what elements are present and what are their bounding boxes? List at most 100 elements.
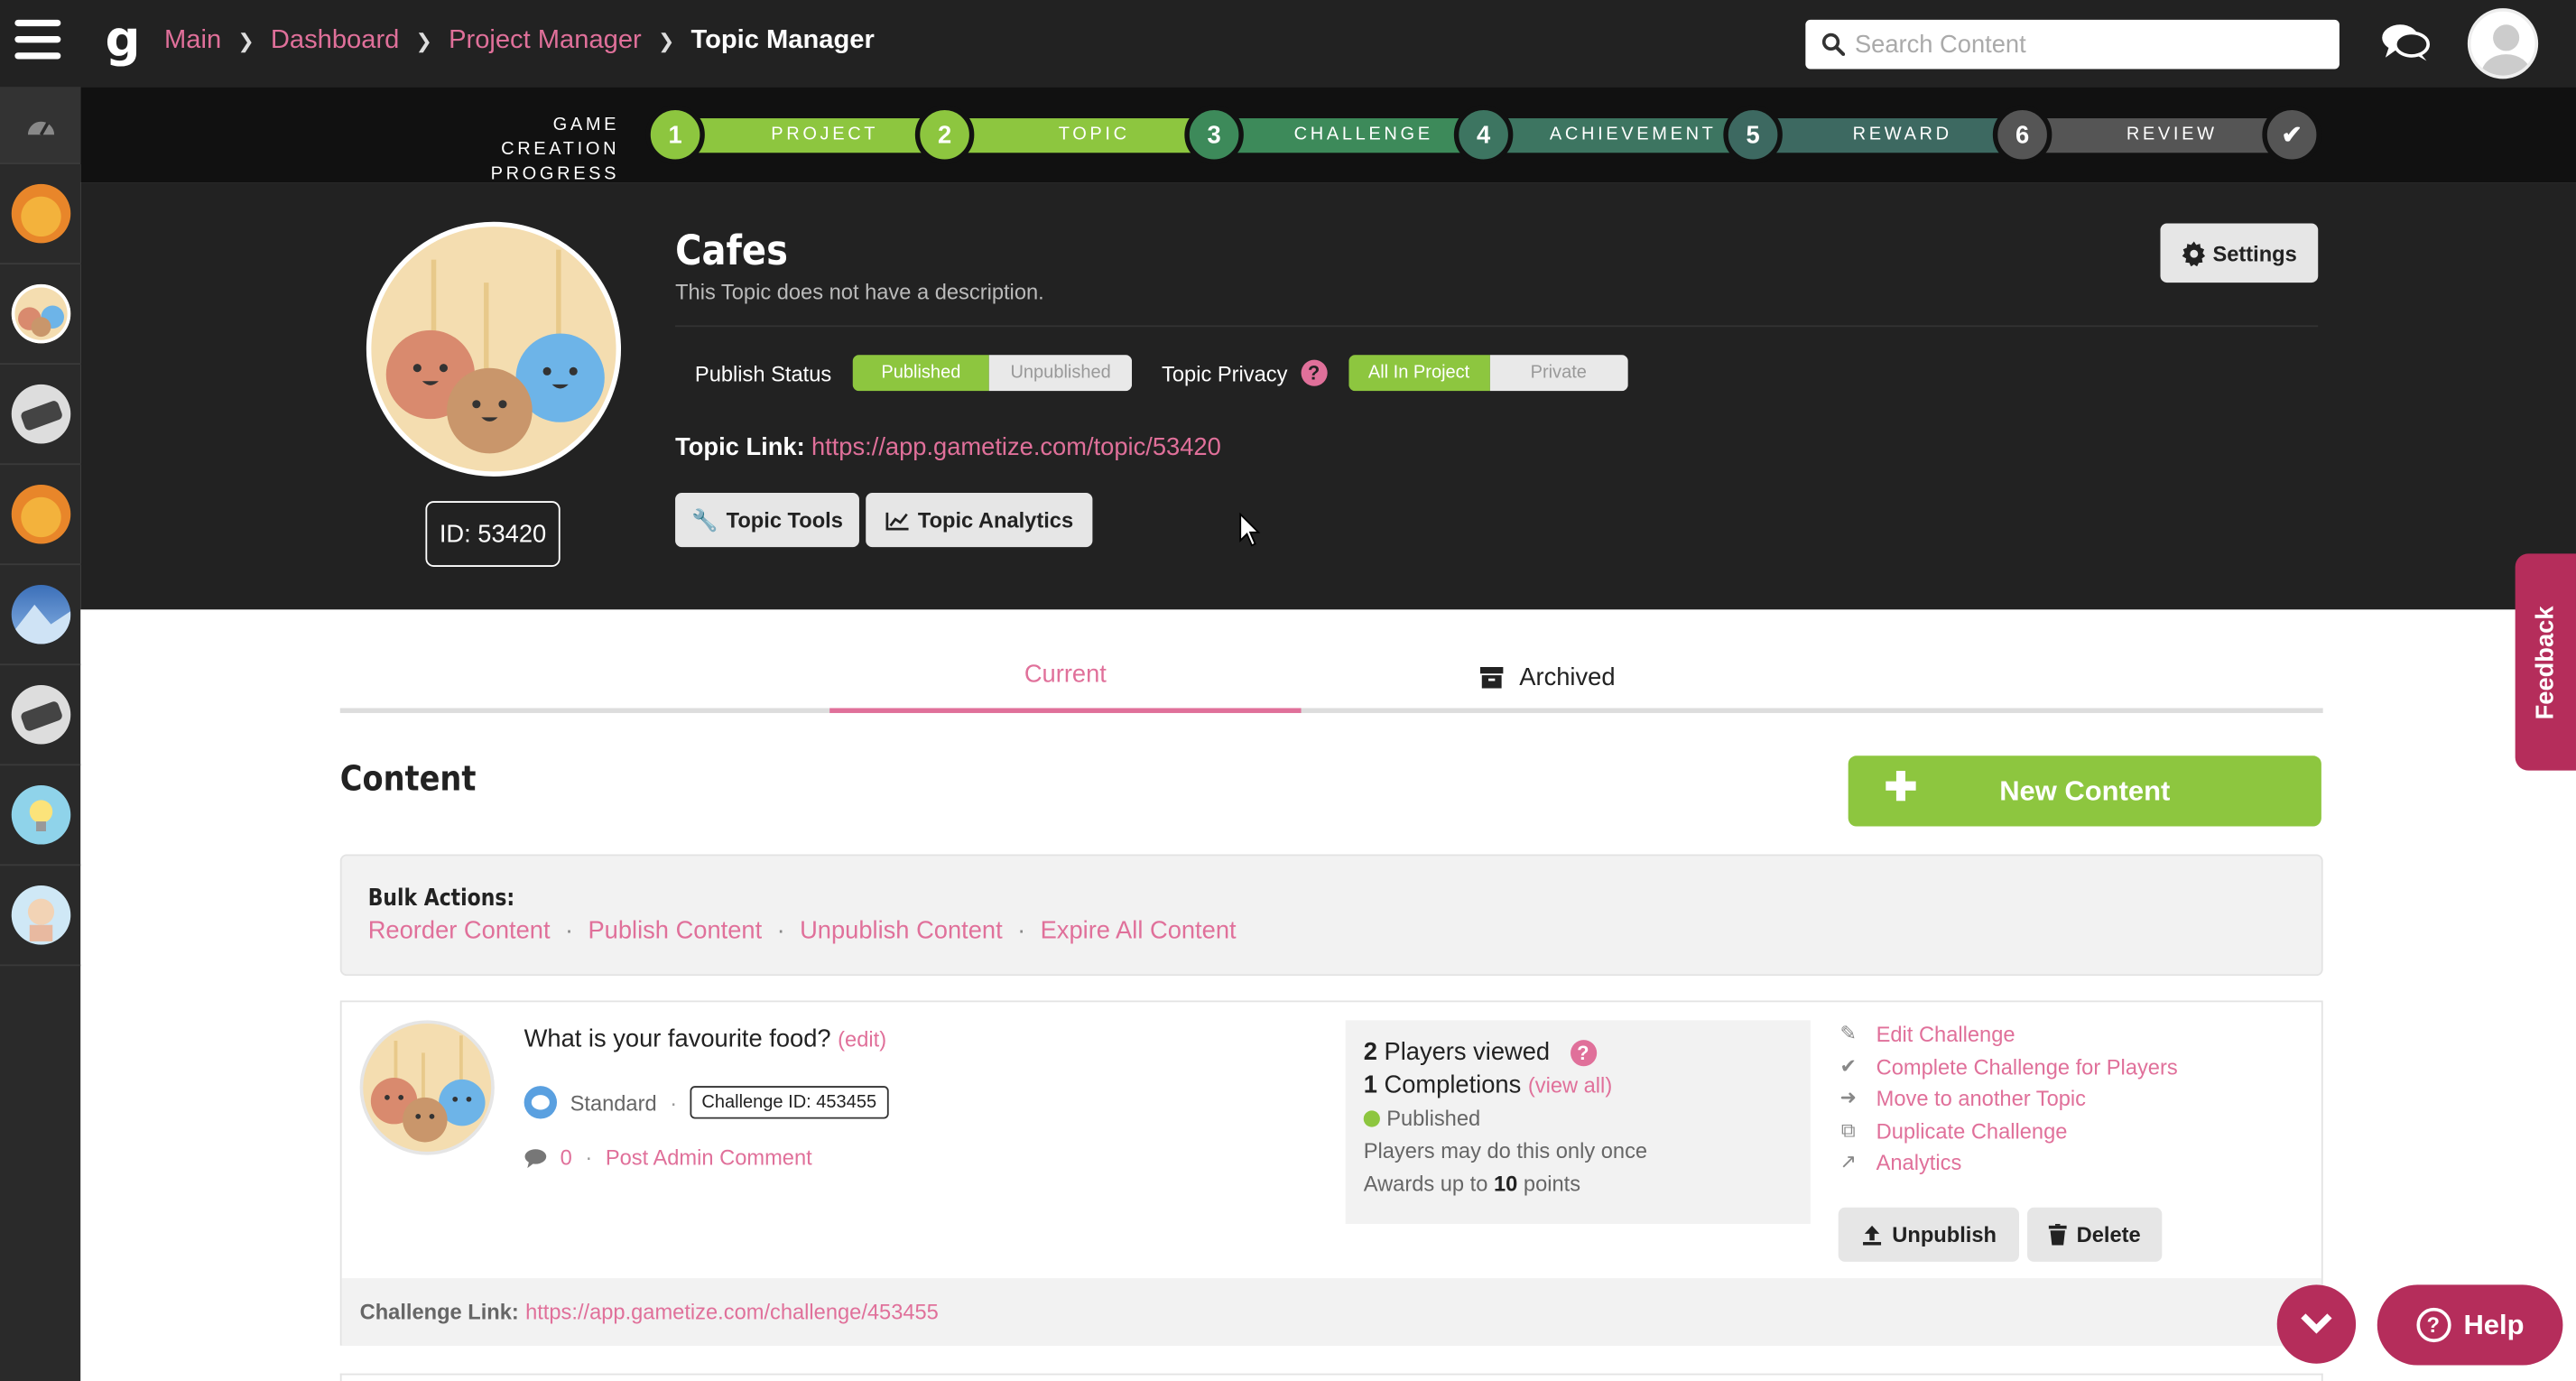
step-label-topic[interactable]: TOPIC (974, 118, 1214, 153)
delete-button[interactable]: Delete (2027, 1207, 2163, 1262)
user-avatar[interactable] (2467, 8, 2539, 79)
arrow-circle-right-icon: ➜ (1839, 1086, 1857, 1109)
status-published: Published (1363, 1102, 1793, 1135)
help-icon[interactable]: ? (1300, 359, 1328, 386)
dashboard-icon[interactable] (0, 87, 81, 165)
separator: · (670, 1089, 678, 1115)
step-5[interactable]: 5 (1723, 105, 1783, 165)
gametize-logo[interactable]: g (105, 13, 140, 70)
sidebar-project-vr[interactable] (0, 365, 81, 466)
sidebar-project-burger-2[interactable] (0, 465, 81, 566)
privacy-off-option[interactable]: Private (1489, 355, 1628, 392)
game-creation-progress: GAME CREATION PROGRESS PROJECT TOPIC CHA… (80, 87, 2576, 184)
sidebar-project-landscape[interactable] (0, 565, 81, 666)
expire-all-content-link[interactable]: Expire All Content (1041, 917, 1237, 945)
search-input[interactable] (1854, 30, 2315, 59)
next-card-edge (339, 1373, 2323, 1381)
menu-icon[interactable] (14, 19, 61, 64)
challenge-link-url[interactable]: https://app.gametize.com/challenge/45345… (525, 1300, 939, 1324)
complete-challenge-action[interactable]: ✔ Complete Challenge for Players (1837, 1051, 2178, 1082)
step-label-reward[interactable]: REWARD (1783, 118, 2023, 153)
view-all-link[interactable]: (view all) (1528, 1073, 1612, 1098)
sidebar-project-cafes[interactable] (0, 264, 81, 366)
sidebar-project-lightbulb[interactable] (0, 765, 81, 867)
step-label-review[interactable]: REVIEW (2052, 118, 2292, 153)
bulk-actions-heading: Bulk Actions: (367, 885, 515, 913)
feedback-label: Feedback (2531, 605, 2560, 719)
step-1[interactable]: 1 (645, 105, 705, 165)
publish-status-toggle[interactable]: Published Unpublished (852, 355, 1133, 392)
challenge-stats: 2 Players viewed ? 1 Completions (view a… (1345, 1020, 1811, 1225)
project-avatar (10, 484, 70, 544)
comments-row: 0 · Post Admin Comment (524, 1145, 812, 1170)
topic-tools-button[interactable]: 🔧 Topic Tools (675, 493, 859, 548)
step-6[interactable]: 6 (1992, 105, 2052, 165)
copy-icon: ⧉ (1840, 1117, 1856, 1142)
project-sidebar (0, 87, 81, 1381)
step-label-achievement[interactable]: ACHIEVEMENT (1513, 118, 1753, 153)
privacy-on-option[interactable]: All In Project (1348, 355, 1490, 392)
status-dot-icon (1363, 1110, 1380, 1127)
step-4[interactable]: 4 (1453, 105, 1514, 165)
publish-on-option[interactable]: Published (852, 355, 989, 392)
breadcrumb-topic-manager: Topic Manager (690, 26, 875, 55)
breadcrumb: Main ❯ Dashboard ❯ Project Manager ❯ Top… (164, 26, 875, 56)
progress-steps: PROJECT TOPIC CHALLENGE ACHIEVEMENT REWA… (645, 105, 2326, 165)
sidebar-project-character[interactable] (0, 866, 81, 967)
upload-icon (1862, 1225, 1881, 1246)
new-content-button[interactable]: ✚ New Content (1848, 755, 2321, 827)
edit-challenge-action[interactable]: ✎ Edit Challenge (1837, 1018, 2178, 1050)
duplicate-challenge-action[interactable]: ⧉ Duplicate Challenge (1837, 1115, 2178, 1146)
check-circle-icon: ✔ (1839, 1053, 1857, 1078)
move-topic-action[interactable]: ➜ Move to another Topic (1837, 1082, 2178, 1114)
line-chart-icon (885, 511, 908, 530)
challenge-image[interactable] (359, 1020, 495, 1155)
step-2[interactable]: 2 (914, 105, 975, 165)
topic-analytics-button[interactable]: Topic Analytics (866, 493, 1093, 548)
help-button[interactable]: ? Help (2377, 1284, 2563, 1366)
topic-privacy-toggle[interactable]: All In Project Private (1348, 355, 1628, 392)
publish-content-link[interactable]: Publish Content (588, 917, 762, 945)
topic-image[interactable] (366, 221, 622, 477)
edit-icon: ✎ (1839, 1022, 1857, 1045)
edit-challenge-label: Edit Challenge (1876, 1022, 2015, 1047)
challenge-title: What is your favourite food? (edit) (524, 1025, 886, 1053)
breadcrumb-project-manager[interactable]: Project Manager (449, 26, 642, 56)
search-box (1805, 19, 2340, 70)
delete-label: Delete (2076, 1222, 2141, 1247)
project-avatar (10, 885, 70, 945)
tab-current[interactable]: Current (829, 641, 1302, 713)
mouse-cursor-icon (1239, 512, 1261, 547)
breadcrumb-main[interactable]: Main (164, 26, 221, 56)
settings-button[interactable]: Settings (2160, 223, 2319, 283)
post-admin-comment-link[interactable]: Post Admin Comment (606, 1145, 812, 1170)
help-icon[interactable]: ? (1570, 1040, 1597, 1067)
topic-link-url[interactable]: https://app.gametize.com/topic/53420 (811, 434, 1221, 462)
tab-archived[interactable]: Archived (1302, 641, 1794, 713)
awards-info: Awards up to 10 points (1364, 1168, 1793, 1200)
publish-off-option[interactable]: Unpublished (988, 355, 1133, 392)
players-viewed-count: 2 (1363, 1038, 1377, 1067)
awards-points: 10 (1493, 1171, 1518, 1197)
breadcrumb-dashboard[interactable]: Dashboard (271, 26, 399, 56)
sidebar-project-vr-2[interactable] (0, 665, 81, 766)
chat-icon[interactable] (2379, 20, 2432, 66)
scroll-down-button[interactable] (2276, 1284, 2357, 1364)
awards-prefix: Awards up to (1363, 1171, 1488, 1197)
reorder-content-link[interactable]: Reorder Content (368, 917, 551, 945)
project-avatar (10, 685, 70, 745)
project-avatar (10, 785, 70, 845)
analytics-action[interactable]: ↗ Analytics (1837, 1146, 2178, 1178)
step-label-challenge[interactable]: CHALLENGE (1244, 118, 1484, 153)
step-3[interactable]: 3 (1184, 105, 1244, 165)
comment-count[interactable]: 0 (561, 1145, 572, 1170)
check-icon[interactable]: ✔ (2262, 105, 2321, 165)
unpublish-button[interactable]: Unpublish (1838, 1207, 2019, 1262)
feedback-tab[interactable]: Feedback (2515, 553, 2576, 771)
sidebar-project-burger[interactable] (0, 164, 81, 265)
edit-link[interactable]: (edit) (838, 1027, 886, 1052)
completions-text: Completions (1384, 1071, 1522, 1099)
progress-label: GAME CREATION PROGRESS (435, 114, 619, 188)
unpublish-content-link[interactable]: Unpublish Content (800, 917, 1003, 945)
step-label-project[interactable]: PROJECT (705, 118, 945, 153)
